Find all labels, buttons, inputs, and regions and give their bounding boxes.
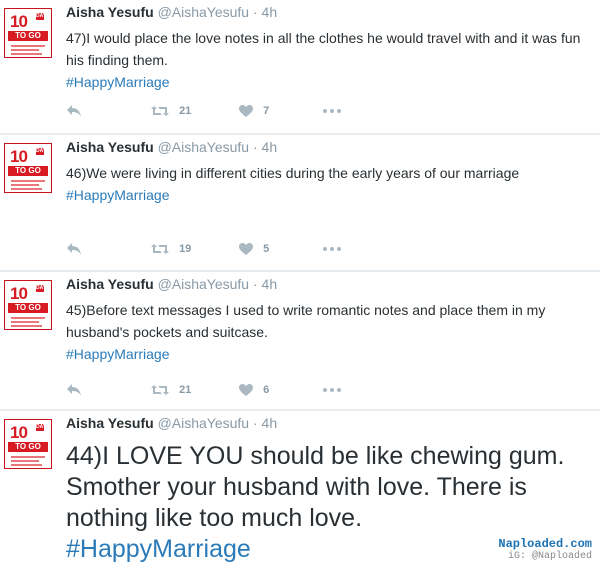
hashtag-link[interactable]: #HappyMarriage: [66, 346, 170, 362]
avatar-line: [11, 460, 39, 462]
avatar-line: [11, 464, 42, 466]
like-count: 6: [263, 384, 270, 396]
retweet-icon: [151, 385, 169, 395]
avatar-line: [11, 456, 45, 458]
display-name[interactable]: Aisha Yesufu: [66, 4, 154, 20]
reply-button[interactable]: [66, 104, 82, 118]
timestamp[interactable]: · 4h: [253, 139, 277, 155]
tweet-header: Aisha Yesufu @AishaYesufu · 4h: [66, 139, 277, 155]
handle[interactable]: @AishaYesufu: [158, 139, 250, 155]
handle[interactable]: @AishaYesufu: [158, 4, 250, 20]
avatar-days: DAYS: [36, 424, 50, 431]
retweet-count: 21: [179, 105, 192, 117]
retweet-count: 19: [179, 243, 192, 255]
reply-button[interactable]: [66, 242, 82, 256]
avatar-line: [11, 49, 39, 51]
tweet-1[interactable]: 10 DAYS TO GO Aisha Yesufu @AishaYesufu …: [0, 0, 600, 133]
watermark-site: Naploaded.com: [498, 537, 592, 551]
reply-icon: [67, 384, 81, 396]
more-button[interactable]: [322, 383, 342, 397]
tweet-text: 46)We were living in different cities du…: [66, 162, 586, 206]
retweet-button[interactable]: 21: [150, 104, 191, 118]
avatar-line: [11, 184, 39, 186]
avatar-line: [11, 188, 42, 190]
tweet-body: 46)We were living in different cities du…: [66, 165, 520, 181]
handle[interactable]: @AishaYesufu: [158, 276, 250, 292]
retweet-button[interactable]: 19: [150, 242, 191, 256]
avatar-line: [11, 180, 45, 182]
reply-button[interactable]: [66, 383, 82, 397]
avatar-to-go: TO GO: [8, 303, 48, 313]
tweet-body: 47)I would place the love notes in all t…: [66, 30, 581, 68]
avatar-line: [11, 45, 45, 47]
avatar-number: 10: [10, 12, 28, 31]
avatar-to-go: TO GO: [8, 31, 48, 41]
avatar-number: 10: [10, 147, 28, 166]
avatar[interactable]: 10 DAYS TO GO: [4, 143, 52, 193]
tweet-header: Aisha Yesufu @AishaYesufu · 4h: [66, 415, 277, 431]
avatar-line: [11, 321, 39, 323]
like-button[interactable]: 6: [238, 383, 269, 397]
avatar-number: 10: [10, 284, 28, 303]
retweet-icon: [151, 106, 169, 116]
more-icon: [323, 388, 341, 392]
like-button[interactable]: 7: [238, 104, 269, 118]
like-count: 5: [263, 243, 270, 255]
tweet-header: Aisha Yesufu @AishaYesufu · 4h: [66, 4, 277, 20]
display-name[interactable]: Aisha Yesufu: [66, 276, 154, 292]
watermark: Naploaded.com iG: @Naploaded: [498, 537, 592, 562]
like-button[interactable]: 5: [238, 242, 269, 256]
avatar-number: 10: [10, 423, 28, 442]
avatar-line: [11, 325, 42, 327]
tweet-body: 44)I LOVE YOU should be like chewing gum…: [66, 442, 565, 532]
hashtag-link[interactable]: #HappyMarriage: [66, 535, 251, 563]
hashtag-link[interactable]: #HappyMarriage: [66, 74, 170, 90]
tweet-2[interactable]: 10 DAYS TO GO Aisha Yesufu @AishaYesufu …: [0, 135, 600, 270]
reply-icon: [67, 243, 81, 255]
heart-icon: [239, 105, 253, 117]
tweet-text: 45)Before text messages I used to write …: [66, 299, 586, 365]
avatar-to-go: TO GO: [8, 442, 48, 452]
timestamp[interactable]: · 4h: [253, 415, 277, 431]
heart-icon: [239, 384, 253, 396]
handle[interactable]: @AishaYesufu: [158, 415, 250, 431]
avatar-line: [11, 317, 45, 319]
reply-icon: [67, 105, 81, 117]
retweet-count: 21: [179, 384, 192, 396]
display-name[interactable]: Aisha Yesufu: [66, 139, 154, 155]
more-icon: [323, 247, 341, 251]
retweet-button[interactable]: 21: [150, 383, 191, 397]
avatar-days: DAYS: [36, 285, 50, 292]
avatar-to-go: TO GO: [8, 166, 48, 176]
avatar[interactable]: 10 DAYS TO GO: [4, 280, 52, 330]
avatar[interactable]: 10 DAYS TO GO: [4, 419, 52, 469]
avatar-days: DAYS: [36, 148, 50, 155]
watermark-instagram: iG: @Naploaded: [507, 551, 592, 562]
display-name[interactable]: Aisha Yesufu: [66, 415, 154, 431]
retweet-icon: [151, 244, 169, 254]
timestamp[interactable]: · 4h: [253, 276, 277, 292]
avatar-line: [11, 53, 42, 55]
heart-icon: [239, 243, 253, 255]
more-button[interactable]: [322, 242, 342, 256]
tweet-body: 45)Before text messages I used to write …: [66, 302, 546, 340]
tweet-text: 47)I would place the love notes in all t…: [66, 27, 586, 93]
avatar[interactable]: 10 DAYS TO GO: [4, 8, 52, 58]
tweet-3[interactable]: 10 DAYS TO GO Aisha Yesufu @AishaYesufu …: [0, 272, 600, 409]
like-count: 7: [263, 105, 270, 117]
timestamp[interactable]: · 4h: [253, 4, 277, 20]
avatar-days: DAYS: [36, 13, 50, 20]
more-icon: [323, 109, 341, 113]
more-button[interactable]: [322, 104, 342, 118]
hashtag-link[interactable]: #HappyMarriage: [66, 187, 170, 203]
tweet-header: Aisha Yesufu @AishaYesufu · 4h: [66, 276, 277, 292]
